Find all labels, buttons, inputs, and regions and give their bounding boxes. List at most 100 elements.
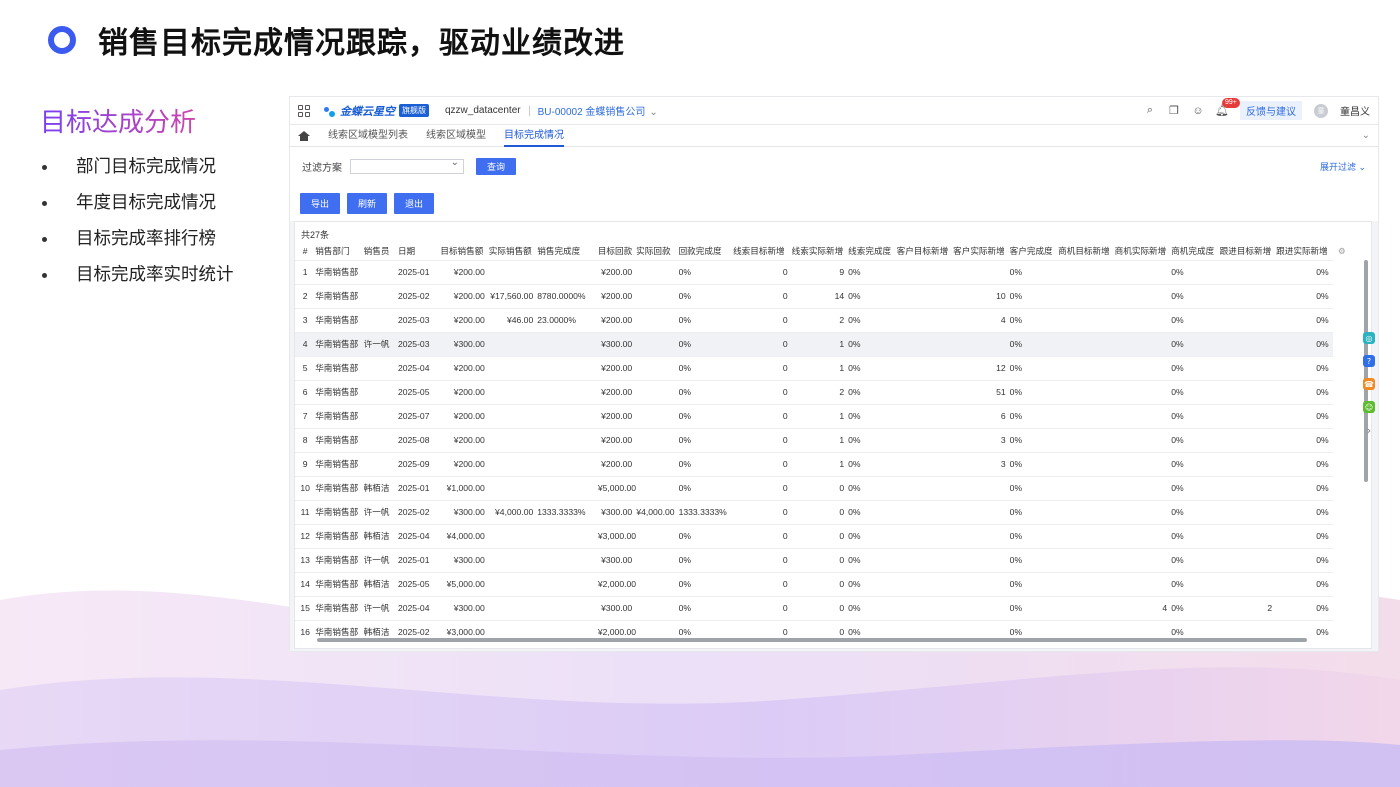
table-cell: ¥300.00 bbox=[440, 595, 489, 620]
slide-header: 销售目标完成情况跟踪，驱动业绩改进 bbox=[48, 18, 625, 62]
table-cell bbox=[1114, 379, 1172, 404]
table-cell bbox=[537, 427, 598, 452]
collapse-tabs-icon[interactable]: ⌄ bbox=[1362, 130, 1370, 141]
column-header[interactable]: # bbox=[295, 242, 315, 260]
ring-icon bbox=[48, 26, 76, 54]
service-icon[interactable]: ☎ bbox=[1363, 378, 1375, 390]
column-header[interactable]: 跟进目标新增 bbox=[1220, 242, 1277, 260]
table-cell bbox=[1219, 331, 1277, 356]
section-title: 目标达成分析 bbox=[40, 102, 234, 139]
filter-label: 过滤方案 bbox=[302, 162, 342, 174]
table-cell: 0 bbox=[791, 571, 849, 596]
column-header[interactable]: 实际销售额 bbox=[489, 242, 537, 260]
table-cell bbox=[363, 259, 398, 284]
table-header-row: # 销售部门 销售员 日期 目标销售额 实际销售额 销售完成度 目标回款 实际回款 回款完成度 线索… bbox=[295, 242, 1351, 260]
column-header[interactable]: 线索实际新增 bbox=[792, 242, 849, 260]
search-icon[interactable]: ⌕ bbox=[1144, 104, 1156, 117]
smile-face-icon[interactable]: ☺ bbox=[1192, 105, 1204, 117]
filter-scheme-select[interactable] bbox=[350, 157, 464, 174]
home-icon[interactable] bbox=[298, 130, 310, 141]
column-header[interactable]: 目标回款 bbox=[598, 242, 636, 260]
table-cell: 2025-04 bbox=[397, 595, 441, 620]
search-button[interactable]: 查询 bbox=[476, 157, 517, 175]
table-row[interactable]: 10 华南销售部 韩栢洁 2025-01 ¥1,000.00 ¥5,000.00 0% 0 0 0… bbox=[295, 475, 1351, 500]
column-settings-icon[interactable]: ⚙ bbox=[1333, 242, 1351, 260]
column-header[interactable]: 目标销售额 bbox=[440, 242, 488, 260]
refresh-button[interactable]: 刷新 bbox=[347, 192, 388, 214]
column-header[interactable]: 商机完成度 bbox=[1171, 242, 1219, 260]
export-button[interactable]: 导出 bbox=[300, 192, 341, 214]
column-header[interactable]: 实际回款 bbox=[636, 242, 678, 260]
table-cell: 9 bbox=[791, 259, 849, 284]
table-cell: ¥200.00 bbox=[597, 283, 637, 308]
column-header[interactable]: 日期 bbox=[398, 242, 440, 260]
table-row[interactable]: 15 华南销售部 许一帆 2025-04 ¥300.00 ¥300.00 0% 0 0 0% 0% 4… bbox=[295, 595, 1351, 620]
table-row[interactable]: 3 华南销售部 2025-03 ¥200.00 ¥46.00 23.0000% ¥200.0… bbox=[295, 307, 1351, 332]
column-header[interactable]: 跟进实际新增 bbox=[1276, 242, 1333, 260]
table-cell bbox=[896, 595, 954, 620]
table-cell bbox=[896, 283, 954, 308]
support-icon[interactable]: ◎ bbox=[1363, 332, 1375, 344]
table-cell bbox=[1219, 547, 1277, 572]
table-cell: 2025-09 bbox=[397, 451, 441, 476]
table-cell: 0% bbox=[1009, 403, 1059, 428]
app-logo[interactable]: 金蝶云星空 旗舰版 bbox=[324, 103, 429, 119]
table-row[interactable]: 1 华南销售部 2025-01 ¥200.00 ¥200.00 0% 0 9 0% 0% 0% 0% bbox=[295, 259, 1351, 284]
table-row[interactable]: 5 华南销售部 2025-04 ¥200.00 ¥200.00 0% 0 1 0% 12 0% 0% 0… bbox=[295, 355, 1351, 380]
table-cell: 2025-03 bbox=[397, 331, 441, 356]
table-cell: 2025-04 bbox=[397, 523, 441, 548]
table-cell: 0% bbox=[1009, 547, 1059, 572]
column-header[interactable]: 回款完成度 bbox=[679, 242, 734, 260]
table-row[interactable]: 2 华南销售部 2025-02 ¥200.00 ¥17,560.00 8780.0000%… bbox=[295, 283, 1351, 308]
column-header[interactable]: 线索完成度 bbox=[848, 242, 896, 260]
app-menu-grid-icon[interactable] bbox=[298, 104, 310, 117]
table-cell: 0% bbox=[1171, 499, 1220, 524]
table-row[interactable]: 7 华南销售部 2025-07 ¥200.00 ¥200.00 0% 0 1 0% 6 0% 0% 0% bbox=[295, 403, 1351, 428]
logo-mark-icon bbox=[324, 105, 336, 117]
avatar[interactable]: 童 bbox=[1314, 103, 1328, 118]
window-icon[interactable]: ❐ bbox=[1168, 105, 1180, 117]
app-window: 金蝶云星空 旗舰版 qzzw_datacenter BU-00002 金蝶销售公… bbox=[289, 96, 1379, 652]
table-row[interactable]: 6 华南销售部 2025-05 ¥200.00 ¥200.00 0% 0 2 0% 51 0% 0% 0… bbox=[295, 379, 1351, 404]
bell-icon[interactable]: 🔔︎ 99+ bbox=[1215, 97, 1240, 117]
table-row[interactable]: 12 华南销售部 韩栢洁 2025-04 ¥4,000.00 ¥3,000.00 0% 0 0 0… bbox=[295, 523, 1351, 548]
column-header[interactable]: 销售员 bbox=[364, 242, 398, 260]
column-header[interactable]: 销售部门 bbox=[315, 242, 363, 260]
tenant-name[interactable]: qzzw_datacenter bbox=[445, 105, 521, 116]
expand-filter-link[interactable]: 展开过滤 ⌄ bbox=[1320, 160, 1366, 173]
username[interactable]: 童昌义 bbox=[1340, 103, 1370, 118]
table-row[interactable]: 8 华南销售部 2025-08 ¥200.00 ¥200.00 0% 0 1 0% 3 0% 0% 0% bbox=[295, 427, 1351, 452]
table-cell: 0% bbox=[1009, 283, 1059, 308]
table-row[interactable]: 4 华南销售部 许一帆 2025-03 ¥300.00 ¥300.00 0% 0 1 0% 0% 0%… bbox=[295, 331, 1351, 356]
column-header[interactable]: 线索目标新增 bbox=[733, 242, 792, 260]
table-cell: 0% bbox=[848, 595, 897, 620]
table-row[interactable]: 9 华南销售部 2025-09 ¥200.00 ¥200.00 0% 0 1 0% 3 0% 0% 0% bbox=[295, 451, 1351, 476]
table-cell bbox=[896, 403, 954, 428]
tab-lead-region-list[interactable]: 线索区域模型列表 bbox=[328, 125, 408, 147]
chevron-right-icon[interactable]: › bbox=[1367, 424, 1371, 437]
feedback-button[interactable]: 反馈与建议 bbox=[1240, 101, 1302, 120]
exit-button[interactable]: 退出 bbox=[394, 192, 435, 214]
column-header[interactable]: 销售完成度 bbox=[537, 242, 598, 260]
tab-lead-region-model[interactable]: 线索区域模型 bbox=[426, 125, 486, 147]
smile-icon[interactable]: ☺ bbox=[1363, 401, 1375, 413]
column-header[interactable]: 商机实际新增 bbox=[1115, 242, 1172, 260]
horizontal-scrollbar[interactable] bbox=[317, 638, 1307, 642]
column-header[interactable]: 商机目标新增 bbox=[1058, 242, 1115, 260]
table-row[interactable]: 11 华南销售部 许一帆 2025-02 ¥300.00 ¥4,000.00 1333.33… bbox=[295, 499, 1351, 524]
table-cell: 0% bbox=[848, 523, 897, 548]
notification-badge: 99+ bbox=[1222, 97, 1240, 108]
table-cell: 0% bbox=[678, 331, 734, 356]
column-header[interactable]: 客户完成度 bbox=[1010, 242, 1058, 260]
table-cell: 2025-03 bbox=[397, 307, 441, 332]
table-row[interactable]: 13 华南销售部 许一帆 2025-01 ¥300.00 ¥300.00 0% 0 0 0% 0% 0… bbox=[295, 547, 1351, 572]
column-header[interactable]: 客户目标新增 bbox=[897, 242, 954, 260]
help-icon[interactable]: ? bbox=[1363, 355, 1375, 367]
column-header[interactable]: 客户实际新增 bbox=[953, 242, 1010, 260]
org-selector[interactable]: BU-00002 金蝶销售公司 ⌄ bbox=[538, 103, 658, 118]
table-cell bbox=[1219, 355, 1277, 380]
table-row[interactable]: 14 华南销售部 韩栢洁 2025-05 ¥5,000.00 ¥2,000.00 0% 0 0 0… bbox=[295, 571, 1351, 596]
table-cell: 0% bbox=[678, 379, 734, 404]
table-cell bbox=[953, 331, 1010, 356]
tab-target-completion[interactable]: 目标完成情况 bbox=[504, 125, 564, 147]
